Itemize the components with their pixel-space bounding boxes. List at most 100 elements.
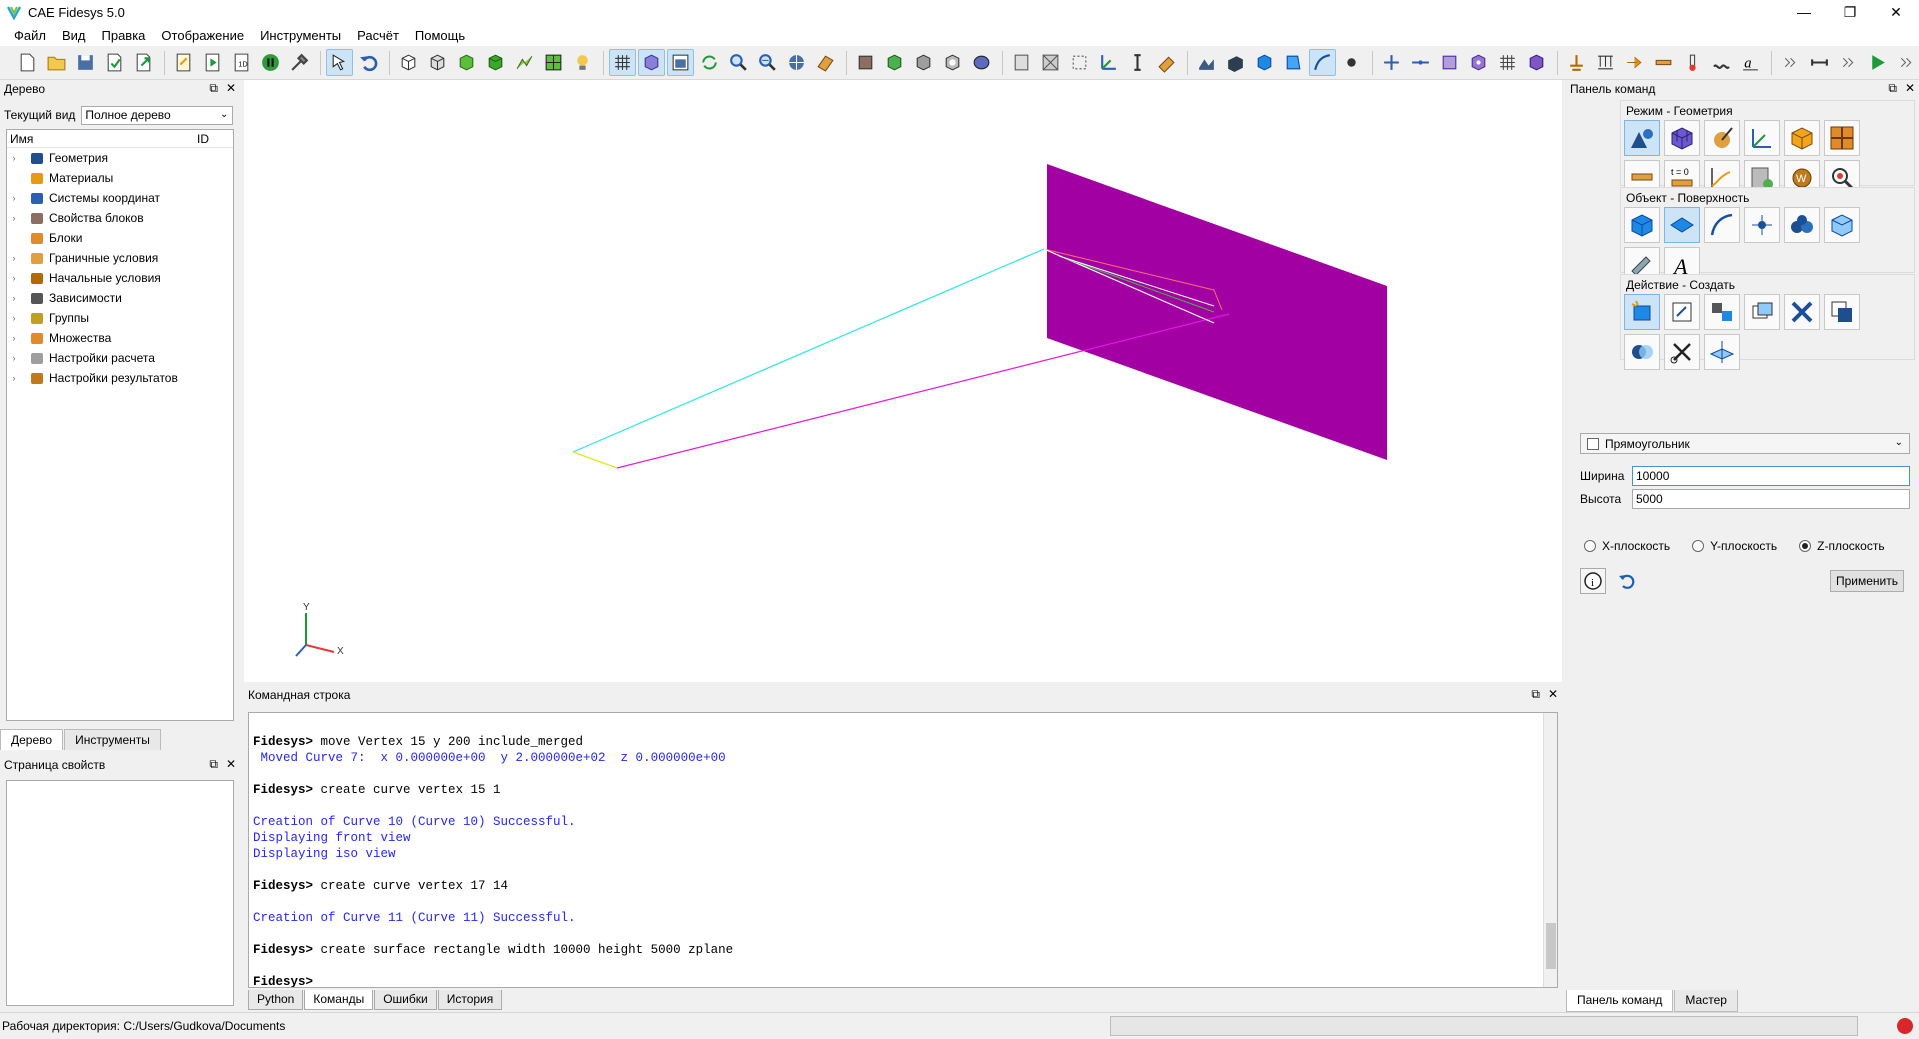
surface-icon[interactable]	[1251, 49, 1278, 76]
mode-mesh-button[interactable]	[1664, 120, 1700, 156]
select-mode-icon[interactable]	[326, 49, 353, 76]
window-layout-icon[interactable]	[667, 49, 694, 76]
column-name[interactable]: Имя	[7, 132, 197, 146]
minimize-button[interactable]: —	[1781, 0, 1827, 24]
menu-edit[interactable]: Правка	[94, 28, 154, 43]
object-volume-button[interactable]	[1624, 207, 1660, 243]
object-group-button[interactable]	[1784, 207, 1820, 243]
object-curve-button[interactable]	[1704, 207, 1740, 243]
action-copy-button[interactable]	[1744, 294, 1780, 330]
hidden-line-view-icon[interactable]	[424, 49, 451, 76]
zoom-out-icon[interactable]	[754, 49, 781, 76]
tree-item[interactable]: › Множества	[7, 328, 233, 348]
constraint-icon[interactable]	[1563, 49, 1590, 76]
undock-icon[interactable]: ⧉	[209, 757, 218, 772]
info-button[interactable]: i	[1580, 568, 1606, 594]
refresh-view-icon[interactable]	[696, 49, 723, 76]
chevron-right-icon[interactable]: ›	[7, 273, 21, 283]
close-panel-icon[interactable]: ✕	[1905, 81, 1915, 96]
undock-icon[interactable]: ⧉	[1888, 81, 1897, 96]
pressure-icon[interactable]	[1650, 49, 1677, 76]
vertex-icon[interactable]	[1338, 49, 1365, 76]
volume-icon[interactable]	[1193, 49, 1220, 76]
tree-item[interactable]: › Геометрия	[7, 148, 233, 168]
model-tree[interactable]: Имя ID › Геометрия Материалы › Системы коорд…	[6, 129, 234, 721]
mode-materials-button[interactable]	[1704, 120, 1740, 156]
tree-item[interactable]: › Начальные условия	[7, 268, 233, 288]
width-input[interactable]: 10000	[1632, 466, 1910, 486]
action-modify-button[interactable]	[1664, 294, 1700, 330]
action-combine-button[interactable]	[1824, 294, 1860, 330]
close-panel-icon[interactable]: ✕	[1548, 687, 1558, 702]
distributed-load-icon[interactable]	[1592, 49, 1619, 76]
solid-view-icon[interactable]	[482, 49, 509, 76]
action-delete-button[interactable]	[1784, 294, 1820, 330]
view-back-icon[interactable]	[881, 49, 908, 76]
column-id[interactable]: ID	[197, 132, 209, 146]
action-boolean-button[interactable]	[1624, 334, 1660, 370]
menu-view[interactable]: Вид	[54, 28, 94, 43]
undo-icon[interactable]	[355, 49, 382, 76]
coord-axes-icon[interactable]	[1095, 49, 1122, 76]
box-select-icon[interactable]	[1066, 49, 1093, 76]
toolbar-overflow-2-icon[interactable]	[1835, 49, 1862, 76]
script-1d-icon[interactable]: 1D	[228, 49, 255, 76]
chevron-right-icon[interactable]: ›	[7, 353, 21, 363]
record-icon[interactable]	[257, 49, 284, 76]
view-left-icon[interactable]	[968, 49, 995, 76]
pan-view-icon[interactable]	[812, 49, 839, 76]
expand-icon[interactable]	[1806, 49, 1833, 76]
tab-tools[interactable]: Инструменты	[64, 729, 161, 750]
lights-icon[interactable]	[569, 49, 596, 76]
mesh-view-icon[interactable]	[511, 49, 538, 76]
close-panel-icon[interactable]: ✕	[226, 757, 236, 772]
run-calculation-icon[interactable]	[1864, 49, 1891, 76]
tab-errors[interactable]: Ошибки	[374, 990, 437, 1010]
tab-python[interactable]: Python	[248, 990, 304, 1010]
command-scrollbar[interactable]	[1543, 713, 1557, 987]
face-icon[interactable]	[1280, 49, 1307, 76]
mode-blocks-button[interactable]	[1784, 120, 1820, 156]
radio-x-plane[interactable]: X-плоскость	[1584, 536, 1670, 556]
chevron-right-icon[interactable]: ›	[7, 293, 21, 303]
close-panel-icon[interactable]: ✕	[226, 81, 236, 96]
mode-coords-button[interactable]	[1744, 120, 1780, 156]
tree-item[interactable]: Материалы	[7, 168, 233, 188]
tree-item[interactable]: › Свойства блоков	[7, 208, 233, 228]
tree-item[interactable]: Блоки	[7, 228, 233, 248]
tab-commands[interactable]: Команды	[304, 990, 374, 1010]
heat-flux-icon[interactable]	[1708, 49, 1735, 76]
rect-add-icon[interactable]	[1436, 49, 1463, 76]
command-output[interactable]: Fidesys> move Vertex 15 y 200 include_me…	[248, 712, 1558, 988]
tab-history[interactable]: История	[437, 990, 503, 1010]
import-icon[interactable]	[101, 49, 128, 76]
menu-calculation[interactable]: Расчёт	[349, 28, 407, 43]
measure-icon[interactable]	[1124, 49, 1151, 76]
tree-item[interactable]: › Настройки результатов	[7, 368, 233, 388]
shaded-view-icon[interactable]	[453, 49, 480, 76]
run-script-icon[interactable]	[199, 49, 226, 76]
new-file-icon[interactable]	[14, 49, 41, 76]
chevron-right-icon[interactable]: ›	[7, 373, 21, 383]
chevron-right-icon[interactable]: ›	[7, 253, 21, 263]
menu-tools[interactable]: Инструменты	[252, 28, 349, 43]
scrollbar-thumb[interactable]	[1546, 923, 1556, 969]
close-button[interactable]: ✕	[1873, 0, 1919, 24]
mode-sets-button[interactable]	[1824, 120, 1860, 156]
current-view-select[interactable]: Полное дерево ⌄	[81, 105, 234, 125]
object-vertex-button[interactable]	[1744, 207, 1780, 243]
shape-checkbox[interactable]	[1587, 437, 1599, 450]
tab-command-panel[interactable]: Панель команд	[1566, 990, 1674, 1012]
rotate-view-icon[interactable]	[783, 49, 810, 76]
action-create-button[interactable]	[1624, 294, 1660, 330]
menu-help[interactable]: Помощь	[407, 28, 473, 43]
element-select-icon[interactable]	[1037, 49, 1064, 76]
stop-icon[interactable]	[1897, 1018, 1913, 1034]
tree-item[interactable]: › Группы	[7, 308, 233, 328]
export-icon[interactable]	[130, 49, 157, 76]
point-add-icon[interactable]	[1378, 49, 1405, 76]
shape-select[interactable]: Прямоугольник ⌄	[1580, 433, 1910, 454]
grid-display-icon[interactable]	[609, 49, 636, 76]
radio-z-plane[interactable]: Z-плоскость	[1799, 536, 1885, 556]
body-icon[interactable]	[1222, 49, 1249, 76]
